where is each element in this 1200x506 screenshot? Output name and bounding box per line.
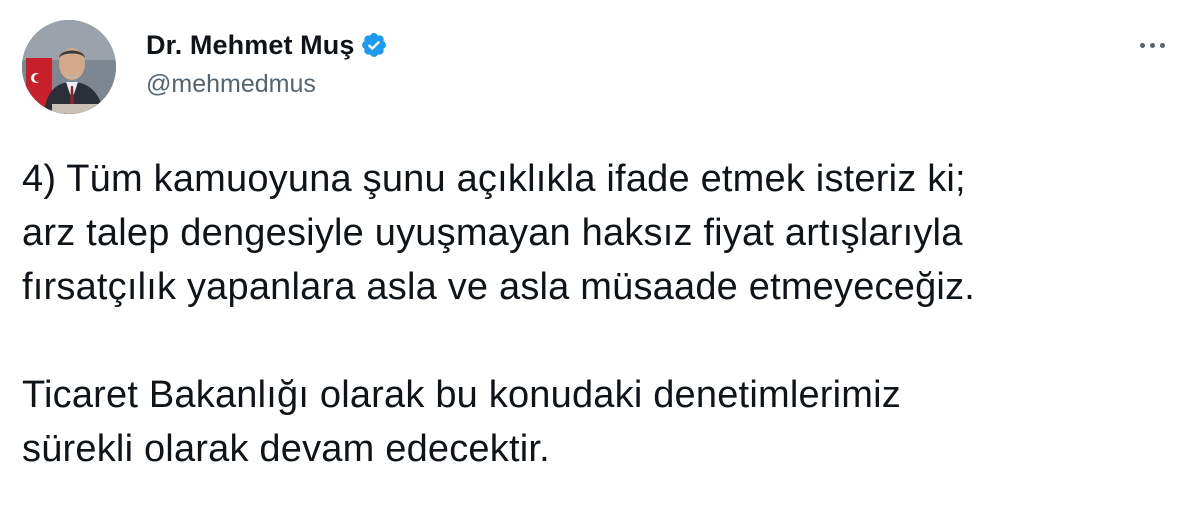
avatar[interactable] bbox=[22, 20, 116, 114]
tweet-line: arz talep dengesiyle uyuşmayan haksız fi… bbox=[22, 212, 963, 254]
tweet-line: sürekli olarak devam edecektir. bbox=[22, 428, 550, 470]
author-block: Dr. Mehmet Muş @mehmedmus bbox=[146, 28, 388, 99]
tweet-line: 4) Tüm kamuoyuna şunu açıklıkla ifade et… bbox=[22, 158, 966, 200]
tweet-card: Dr. Mehmet Muş @mehmedmus 4) Tüm kamuoyu… bbox=[0, 0, 1200, 506]
tweet-line: fırsatçılık yapanlara asla ve asla müsaa… bbox=[22, 266, 976, 308]
verified-badge-icon bbox=[360, 31, 388, 59]
more-horizontal-icon[interactable] bbox=[1132, 30, 1172, 60]
user-handle[interactable]: @mehmedmus bbox=[146, 70, 388, 99]
tweet-line: Ticaret Bakanlığı olarak bu konudaki den… bbox=[22, 374, 901, 416]
tweet-text: 4) Tüm kamuoyuna şunu açıklıkla ifade et… bbox=[22, 152, 1182, 476]
more-dot bbox=[1139, 42, 1145, 48]
more-dot bbox=[1159, 42, 1165, 48]
more-dot bbox=[1149, 42, 1155, 48]
avatar-image bbox=[22, 20, 116, 114]
name-row: Dr. Mehmet Muş bbox=[146, 28, 388, 62]
display-name[interactable]: Dr. Mehmet Muş bbox=[146, 30, 354, 61]
